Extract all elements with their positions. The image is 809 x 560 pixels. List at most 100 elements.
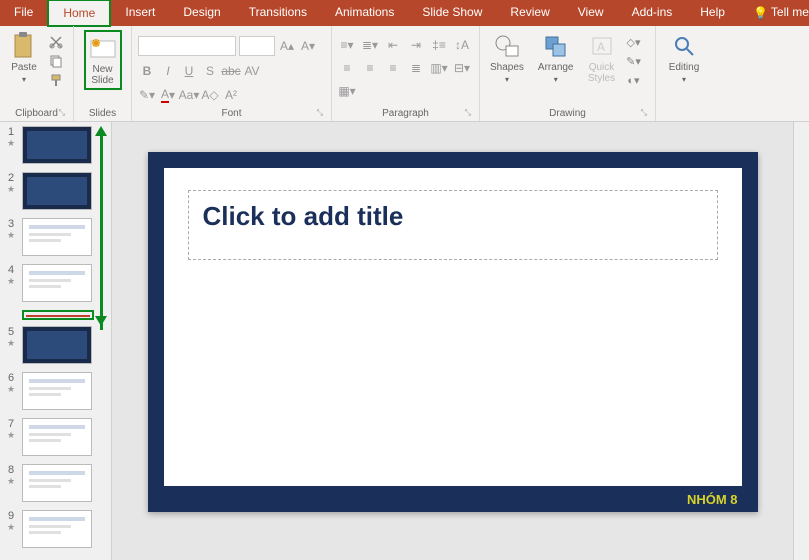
slide-thumbnail[interactable] [22, 372, 92, 410]
align-center-button[interactable]: ≡ [361, 59, 379, 77]
tab-help[interactable]: Help [686, 0, 739, 26]
tab-home[interactable]: Home [47, 0, 111, 27]
arrange-button[interactable]: Arrange▾ [534, 30, 578, 86]
slide-thumbnail[interactable] [22, 264, 92, 302]
line-spacing-button[interactable]: ‡≡ [430, 36, 448, 54]
group-paragraph: ≡▾ ≣▾ ⇤ ⇥ ‡≡ ↕A ≡ ≡ ≡ ≣ ▥▾ ⊟▾ ▦▾ Paragra… [332, 26, 480, 121]
copy-icon[interactable] [48, 53, 64, 69]
dialog-launcher-icon[interactable]: ⤡ [317, 108, 323, 118]
arrange-icon [542, 32, 570, 60]
bold-button[interactable]: B [138, 62, 156, 80]
dialog-launcher-icon[interactable]: ⤡ [465, 108, 471, 118]
animation-star-icon: ★ [7, 522, 15, 533]
paste-button[interactable]: Paste ▾ [6, 30, 42, 86]
tab-animations[interactable]: Animations [321, 0, 408, 26]
slide-thumbnail[interactable] [22, 172, 92, 210]
group-slides: New Slide Slides [74, 26, 132, 121]
slide-thumbnail[interactable] [22, 126, 92, 164]
title-placeholder[interactable]: Click to add title [188, 190, 718, 260]
highlight-button[interactable]: ✎▾ [138, 86, 156, 104]
increase-font-icon[interactable]: A▴ [278, 37, 296, 55]
format-painter-icon[interactable] [48, 72, 64, 88]
tab-view[interactable]: View [564, 0, 618, 26]
shape-effects-icon[interactable]: ◐▾ [626, 72, 642, 88]
animation-star-icon: ★ [7, 184, 15, 195]
slide-thumbnails-panel[interactable]: 1★2★3★4★5★6★7★8★9★ [0, 122, 112, 560]
decrease-font-icon[interactable]: A▾ [299, 37, 317, 55]
font-name-select[interactable] [138, 36, 236, 56]
vertical-scrollbar[interactable] [793, 122, 809, 560]
group-font-label: Font [221, 108, 241, 119]
justify-button[interactable]: ≣ [407, 59, 425, 77]
new-slide-icon [89, 34, 117, 62]
align-text-button[interactable]: ⊟▾ [453, 59, 471, 77]
shapes-button[interactable]: Shapes▾ [486, 30, 528, 86]
new-slide-button[interactable]: New Slide [84, 30, 122, 90]
italic-button[interactable]: I [159, 62, 177, 80]
animation-star-icon: ★ [7, 338, 15, 349]
thumb-number: 4 [8, 264, 14, 276]
group-drawing: Shapes▾ Arrange▾ A Quick Styles ◇▾ ✎▾ ◐▾… [480, 26, 656, 121]
numbering-button[interactable]: ≣▾ [361, 36, 379, 54]
columns-button[interactable]: ▥▾ [430, 59, 448, 77]
new-slide-label: New Slide [91, 64, 113, 86]
tab-file[interactable]: File [0, 0, 47, 26]
thumb-row-6[interactable]: 6★ [4, 372, 107, 410]
slide-thumbnail[interactable] [22, 218, 92, 256]
group-paragraph-label: Paragraph [382, 108, 429, 119]
thumb-number: 7 [8, 418, 14, 430]
strike-button[interactable]: abc [222, 62, 240, 80]
clear-format-icon[interactable]: A◇ [201, 86, 219, 104]
char-spacing-button[interactable]: AV [243, 62, 261, 80]
superscript-button[interactable]: A² [222, 86, 240, 104]
animation-star-icon: ★ [7, 476, 15, 487]
thumb-row-8[interactable]: 8★ [4, 464, 107, 502]
font-color-button[interactable]: A▾ [159, 86, 177, 104]
tell-me[interactable]: 💡Tell me [739, 0, 809, 26]
thumb-row-5[interactable]: 5★ [4, 326, 107, 364]
decrease-indent-button[interactable]: ⇤ [384, 36, 402, 54]
text-direction-button[interactable]: ↕A [453, 36, 471, 54]
thumb-number: 6 [8, 372, 14, 384]
current-slide[interactable]: Click to add title NHÓM 8 [148, 152, 758, 512]
annotation-arrow [100, 130, 103, 330]
slide-thumbnail[interactable] [22, 418, 92, 456]
dialog-launcher-icon[interactable]: ⤡ [641, 108, 647, 118]
slide-thumbnail[interactable] [22, 464, 92, 502]
group-drawing-label: Drawing [549, 108, 586, 119]
increase-indent-button[interactable]: ⇥ [407, 36, 425, 54]
shape-outline-icon[interactable]: ✎▾ [626, 53, 642, 69]
convert-smartart-button[interactable]: ▦▾ [338, 82, 356, 100]
slide-thumbnail[interactable] [22, 326, 92, 364]
thumb-number: 1 [8, 126, 14, 138]
font-size-select[interactable] [239, 36, 275, 56]
shadow-button[interactable]: S [201, 62, 219, 80]
tab-addins[interactable]: Add-ins [618, 0, 687, 26]
slide-body: Click to add title [164, 168, 742, 486]
shape-fill-icon[interactable]: ◇▾ [626, 34, 642, 50]
tab-slideshow[interactable]: Slide Show [408, 0, 496, 26]
tab-transitions[interactable]: Transitions [235, 0, 321, 26]
thumb-number: 9 [8, 510, 14, 522]
tab-review[interactable]: Review [496, 0, 563, 26]
bullets-button[interactable]: ≡▾ [338, 36, 356, 54]
slide-thumbnail[interactable] [22, 510, 92, 548]
tab-insert[interactable]: Insert [111, 0, 169, 26]
underline-button[interactable]: U [180, 62, 198, 80]
thumb-row-7[interactable]: 7★ [4, 418, 107, 456]
change-case-button[interactable]: Aa▾ [180, 86, 198, 104]
thumb-row-3[interactable]: 3★ [4, 218, 107, 256]
editing-button[interactable]: Editing▾ [665, 30, 704, 86]
align-left-button[interactable]: ≡ [338, 59, 356, 77]
title-placeholder-text: Click to add title [203, 201, 703, 232]
thumb-row-4[interactable]: 4★ [4, 264, 107, 302]
thumb-row-9[interactable]: 9★ [4, 510, 107, 548]
dialog-launcher-icon[interactable]: ⤡ [59, 108, 65, 118]
tab-design[interactable]: Design [169, 0, 234, 26]
align-right-button[interactable]: ≡ [384, 59, 402, 77]
quick-styles-button[interactable]: A Quick Styles [584, 30, 620, 86]
cut-icon[interactable] [48, 34, 64, 50]
thumb-row-1[interactable]: 1★ [4, 126, 107, 164]
menu-bar: File Home Insert Design Transitions Anim… [0, 0, 809, 26]
thumb-row-2[interactable]: 2★ [4, 172, 107, 210]
